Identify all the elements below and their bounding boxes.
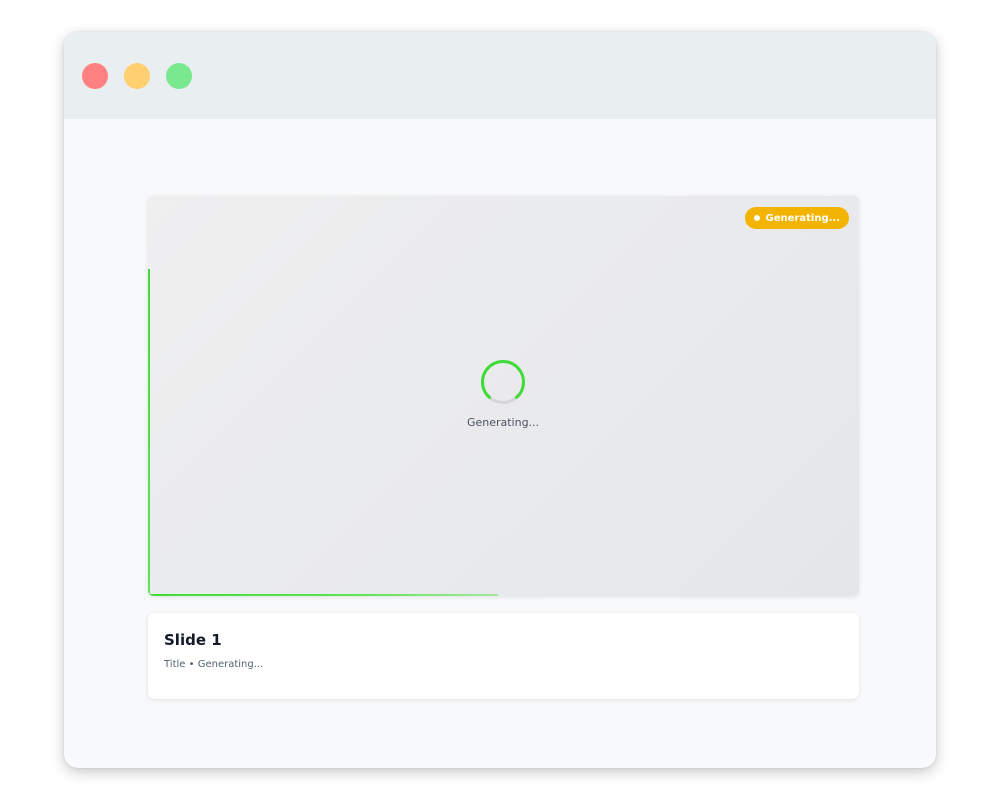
app-window: Generating... Generating... Slide 1 Titl… [64, 32, 936, 768]
title-bar [64, 32, 936, 119]
minimize-window-button[interactable] [124, 63, 150, 89]
status-dot-icon [753, 215, 760, 221]
meta-separator: • [188, 659, 195, 670]
slide-title: Slide 1 [164, 631, 222, 649]
slide-meta: Title • Generating... [164, 659, 263, 670]
slide-status-label: Generating... [197, 659, 264, 670]
close-window-button[interactable] [82, 63, 108, 89]
loading-spinner-icon [481, 360, 525, 404]
slide-info-card[interactable]: Slide 1 Title • Generating... [148, 613, 859, 699]
loading-text: Generating... [466, 416, 540, 429]
slide-layout-label: Title [164, 659, 186, 670]
status-badge-label: Generating... [765, 212, 840, 224]
generation-progress-edge-bottom [148, 594, 498, 596]
status-badge: Generating... [744, 207, 849, 229]
slide-preview[interactable]: Generating... Generating... [148, 196, 859, 596]
maximize-window-button[interactable] [166, 63, 192, 89]
generation-progress-edge-left [148, 269, 150, 596]
